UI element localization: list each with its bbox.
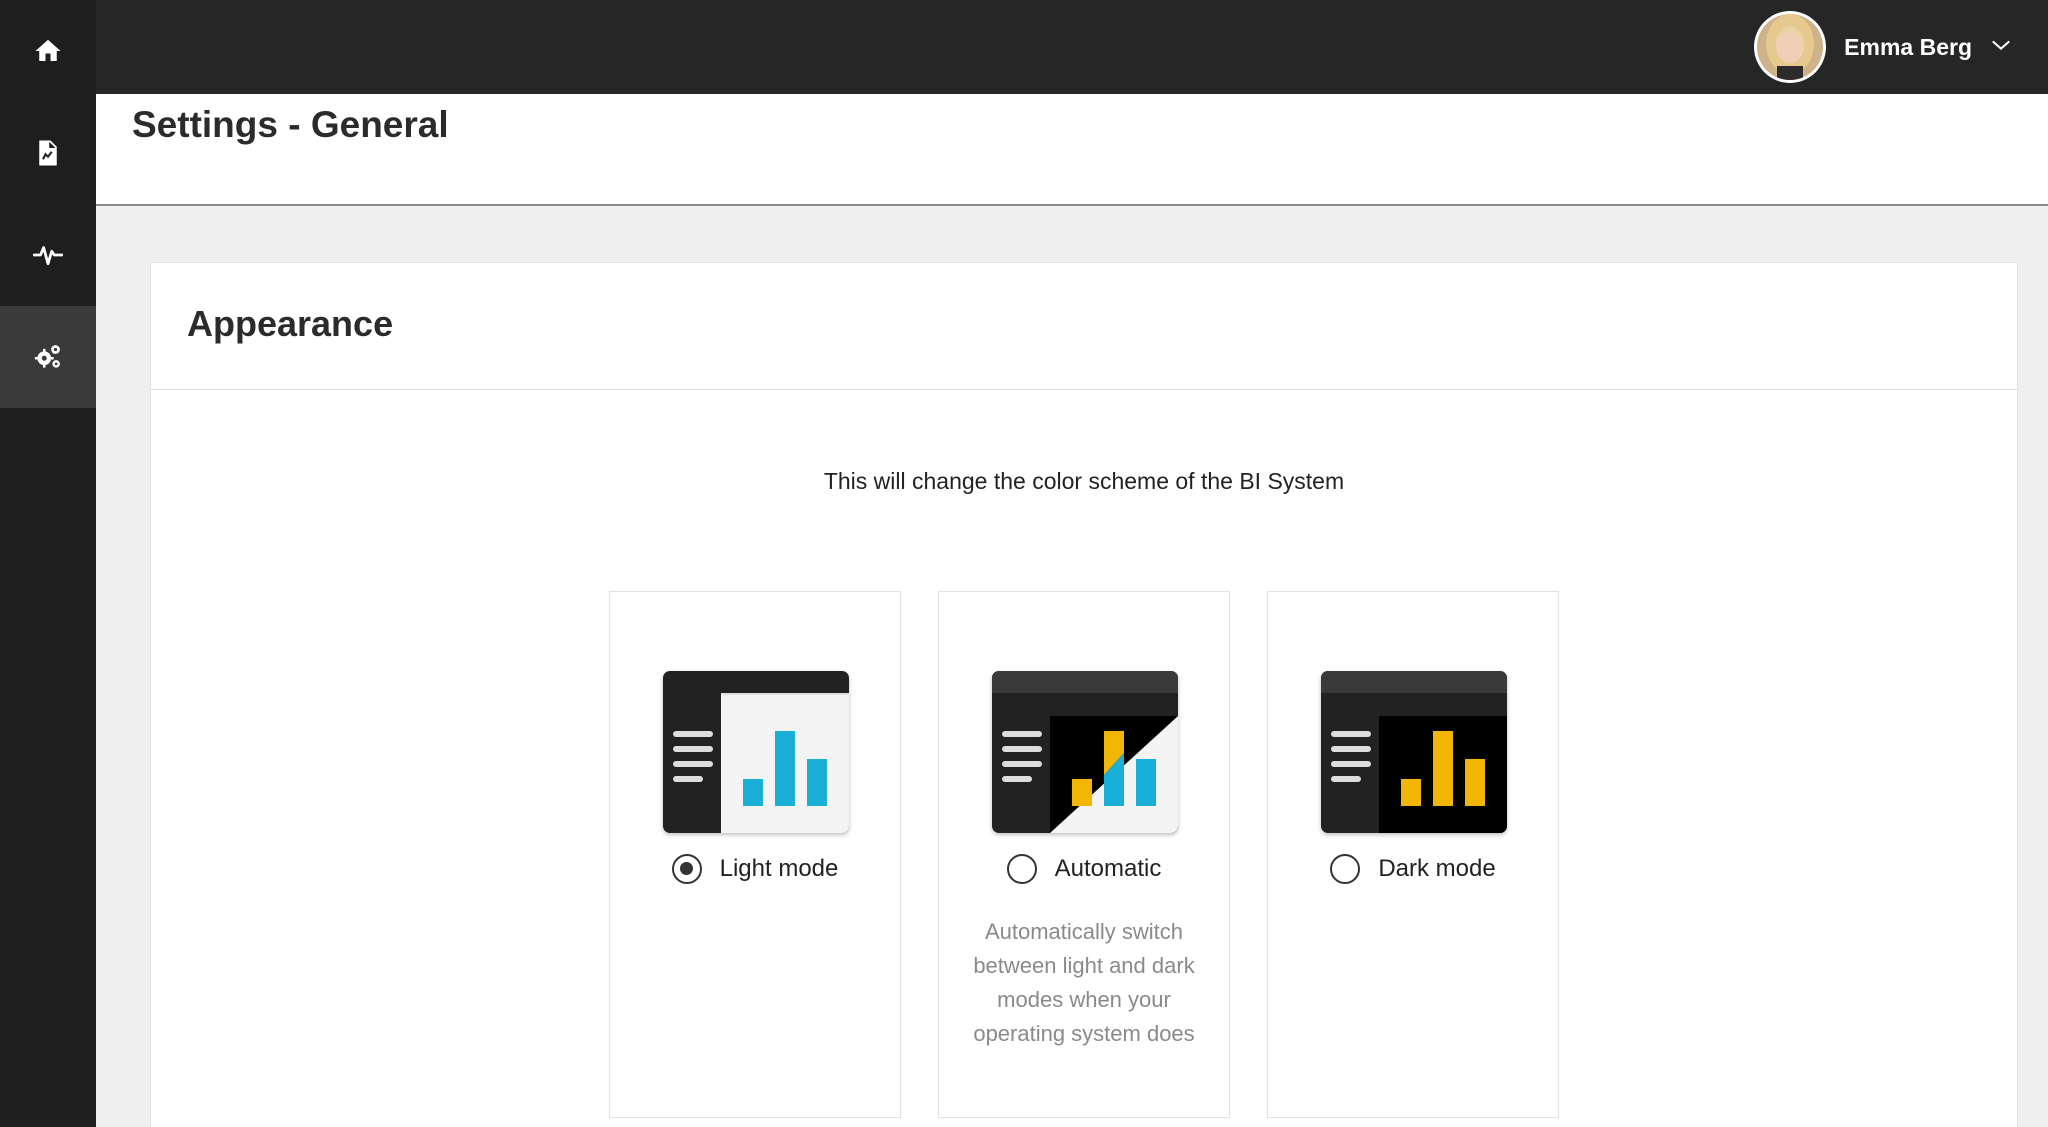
theme-option-automatic[interactable]: Automatic Automatically switch between l… (938, 591, 1230, 1118)
nav-activity[interactable] (0, 204, 96, 306)
nav-home[interactable] (0, 0, 96, 102)
report-icon (39, 140, 57, 166)
user-photo (1757, 14, 1824, 80)
light-mode-preview (663, 671, 849, 833)
theme-option-light[interactable]: Light mode (609, 591, 901, 1118)
nav-settings[interactable] (0, 306, 96, 408)
settings-gears-icon (34, 345, 60, 368)
nav-reports[interactable] (0, 102, 96, 204)
page-title: Settings - General (132, 104, 449, 145)
automatic-description: Automatically switch between light and d… (973, 919, 1195, 1046)
avatar[interactable] (1754, 11, 1827, 83)
activity-icon (33, 246, 63, 266)
top-bar: Emma Berg (96, 0, 2048, 94)
light-mode-label[interactable]: Light mode (720, 855, 839, 883)
dark-mode-preview (1321, 671, 1507, 833)
page-header: Settings - General (96, 94, 2048, 206)
light-mode-radio[interactable] (671, 854, 702, 884)
user-name[interactable]: Emma Berg (1844, 34, 1972, 61)
section-title: Appearance (187, 303, 394, 344)
theme-options: Light mode Automatic Automatically switc… (609, 591, 1559, 1118)
automatic-radio[interactable] (1006, 854, 1037, 884)
user-menu[interactable]: Emma Berg (1754, 7, 2012, 87)
automatic-mode-preview (992, 671, 1178, 833)
chevron-down-icon[interactable] (1990, 34, 2012, 61)
theme-option-dark[interactable]: Dark mode (1267, 591, 1559, 1118)
dark-mode-label[interactable]: Dark mode (1378, 855, 1495, 883)
dark-mode-radio[interactable] (1330, 854, 1361, 884)
appearance-card: Appearance This will change the color sc… (150, 262, 2018, 1127)
home-icon (35, 39, 61, 61)
automatic-label[interactable]: Automatic (1055, 855, 1162, 883)
side-nav (0, 0, 96, 1127)
card-header: Appearance (151, 263, 2017, 390)
appearance-description: This will change the color scheme of the… (823, 468, 1345, 494)
